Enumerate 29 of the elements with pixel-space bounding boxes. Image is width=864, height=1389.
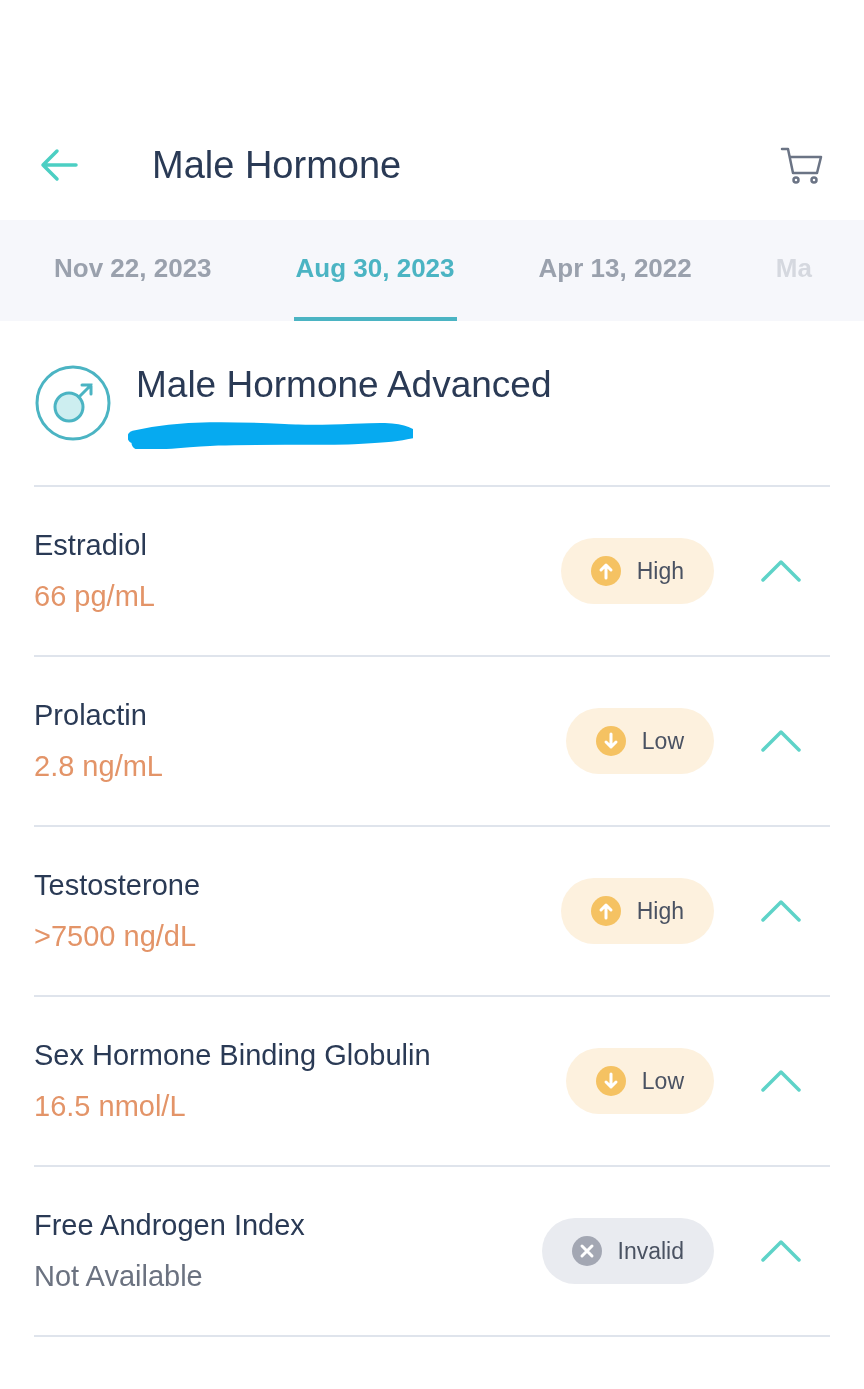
test-value: 66 pg/mL: [34, 579, 156, 614]
status-badge: High: [560, 538, 714, 604]
test-value: Not Available: [34, 1259, 204, 1294]
test-name: Free Androgen Index: [34, 1207, 306, 1243]
date-tab[interactable]: Apr 13, 2022: [536, 220, 694, 321]
chevron-up-icon[interactable]: [760, 728, 802, 754]
status-badge: Low: [565, 708, 714, 774]
chevron-up-icon[interactable]: [760, 1068, 802, 1094]
test-name: Estradiol: [34, 527, 148, 563]
back-arrow-icon[interactable]: [40, 148, 78, 182]
status-badge: Invalid: [541, 1218, 714, 1284]
date-tab[interactable]: Aug 30, 2023: [293, 220, 457, 321]
close-circle-icon: [571, 1236, 602, 1266]
test-name: Prolactin: [34, 697, 148, 733]
test-value: 16.5 nmol/L: [34, 1089, 187, 1124]
status-badge: High: [560, 878, 714, 944]
test-value: >7500 ng/dL: [34, 919, 198, 954]
test-name: Sex Hormone Binding Globulin: [34, 1037, 432, 1073]
chevron-up-icon[interactable]: [760, 1238, 802, 1264]
chevron-up-icon[interactable]: [760, 558, 802, 584]
page-title: Male Hormone: [152, 142, 403, 188]
date-tab[interactable]: Nov 22, 2023: [52, 220, 214, 321]
male-symbol-icon: [34, 364, 112, 442]
chevron-up-icon[interactable]: [760, 898, 802, 924]
cart-icon[interactable]: [780, 145, 824, 185]
panel-title: Male Hormone Advanced: [136, 363, 552, 408]
status-badge: Low: [565, 1048, 714, 1114]
test-value: 2.8 ng/mL: [34, 749, 164, 784]
test-name: Testosterone: [34, 867, 202, 903]
